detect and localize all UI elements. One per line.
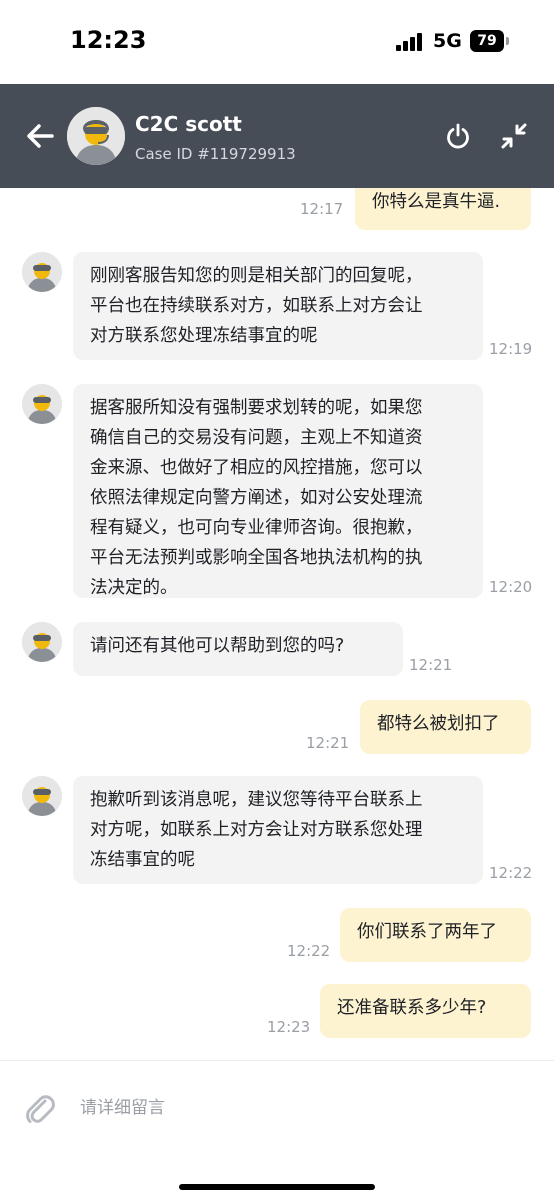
paperclip-icon [26, 1095, 55, 1123]
message-incoming: 刚刚客服告知您的则是相关部门的回复呢， 平台也在持续联系对方，如联系上对方会让 … [0, 252, 554, 362]
minimize-arrows-icon [501, 123, 527, 149]
message-bubble: 都特么被划扣了 [360, 700, 531, 754]
message-incoming: 抱歉听到该消息呢，建议您等待平台联系上 对方呢，如联系上对方会让对方联系您处理 … [0, 776, 554, 888]
battery-tip [506, 37, 509, 45]
message-time: 12:22 [287, 942, 331, 960]
agent-avatar [22, 776, 62, 816]
message-incoming: 请问还有其他可以帮助到您的吗? 12:21 [0, 622, 554, 678]
message-time: 12:21 [306, 734, 350, 752]
message-outgoing: 12:23 还准备联系多少年? [0, 984, 554, 1038]
back-button[interactable] [22, 118, 58, 154]
message-time: 12:19 [489, 340, 533, 358]
end-chat-button[interactable] [444, 122, 472, 150]
battery-icon: 79 [470, 30, 504, 52]
agent-avatar [22, 252, 62, 292]
arrow-left-icon [27, 124, 54, 148]
message-bubble: 你特么是真牛逼. [355, 188, 531, 230]
message-time: 12:21 [409, 656, 453, 674]
status-bar: 12:23 5G 79 [0, 0, 554, 84]
power-icon [447, 123, 469, 149]
chat-message-list[interactable]: 12:17 你特么是真牛逼. 刚刚客服告知您的则是相关部门的回复呢， 平台也在持… [0, 188, 554, 1060]
message-bubble: 抱歉听到该消息呢，建议您等待平台联系上 对方呢，如联系上对方会让对方联系您处理 … [73, 776, 483, 884]
signal-icon [396, 33, 426, 51]
message-bubble: 你们联系了两年了 [340, 908, 531, 962]
chat-header: C2C scott Case ID #119729913 [0, 84, 554, 188]
agent-name: C2C scott [135, 112, 242, 136]
message-time: 12:22 [489, 864, 533, 882]
message-bubble: 据客服所知没有强制要求划转的呢，如果您 确信自己的交易没有问题，主观上不知道资 … [73, 384, 483, 598]
message-outgoing: 12:17 你特么是真牛逼. [0, 188, 554, 230]
message-composer [0, 1060, 554, 1200]
home-indicator[interactable] [179, 1184, 375, 1190]
message-bubble: 还准备联系多少年? [320, 984, 531, 1038]
message-bubble: 请问还有其他可以帮助到您的吗? [73, 622, 403, 676]
message-input[interactable] [80, 1091, 500, 1125]
agent-avatar [22, 384, 62, 424]
message-outgoing: 12:21 都特么被划扣了 [0, 700, 554, 754]
message-bubble: 刚刚客服告知您的则是相关部门的回复呢， 平台也在持续联系对方，如联系上对方会让 … [73, 252, 483, 360]
agent-avatar [67, 107, 125, 165]
message-incoming: 据客服所知没有强制要求划转的呢，如果您 确信自己的交易没有问题，主观上不知道资 … [0, 384, 554, 604]
message-time: 12:23 [267, 1018, 311, 1036]
message-time: 12:17 [300, 200, 344, 218]
minimize-button[interactable] [498, 120, 530, 152]
message-time: 12:20 [489, 578, 533, 596]
agent-avatar [22, 622, 62, 662]
network-label: 5G [433, 30, 462, 52]
message-outgoing: 12:22 你们联系了两年了 [0, 908, 554, 962]
attach-button[interactable] [24, 1092, 56, 1126]
case-id: Case ID #119729913 [135, 145, 296, 163]
status-time: 12:23 [70, 26, 147, 54]
